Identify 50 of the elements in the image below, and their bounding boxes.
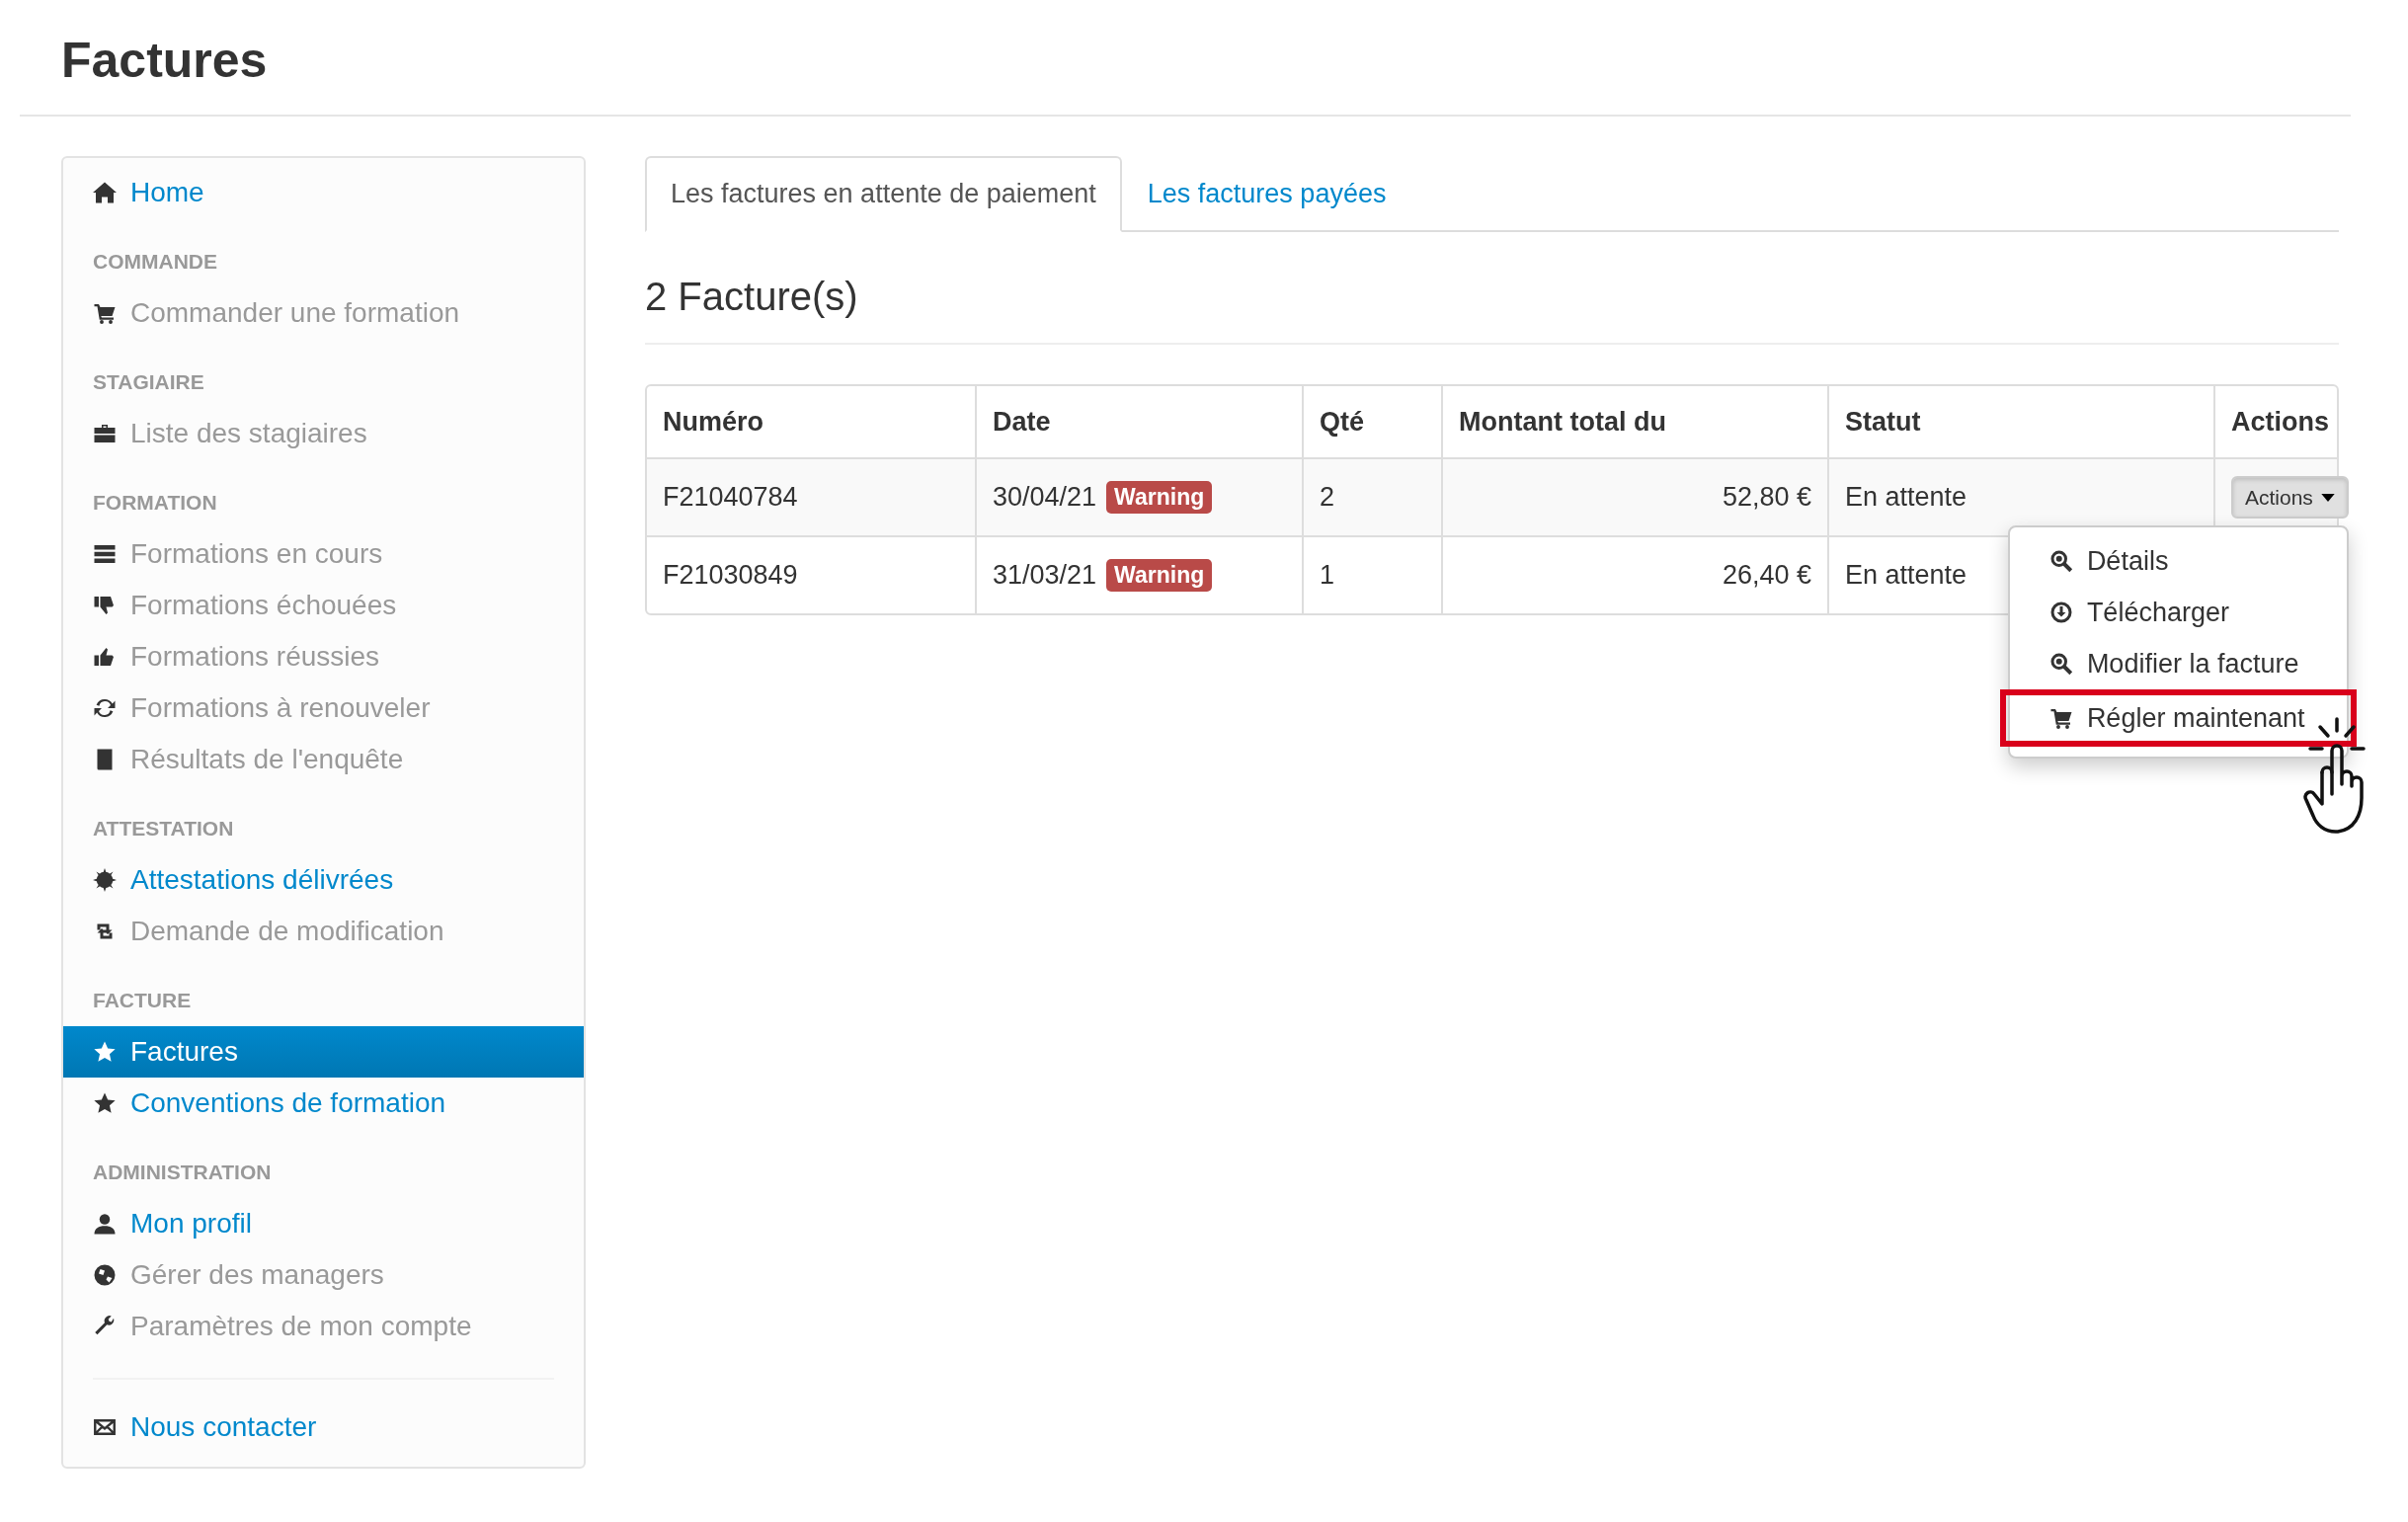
cart-icon [93, 301, 117, 325]
tab[interactable]: Les factures payées [1121, 156, 1412, 232]
globe-icon [93, 1263, 117, 1287]
table-cell: F21040784 [647, 457, 975, 535]
table-cell: 26,40 € [1441, 535, 1827, 613]
user-icon [93, 1212, 117, 1236]
sidebar-item[interactable]: Attestations délivrées [63, 854, 584, 906]
star-icon [93, 1040, 117, 1064]
date-text: 30/04/21 [993, 482, 1097, 513]
nav-section-heading: FORMATION [92, 490, 218, 516]
star-icon [93, 1091, 117, 1115]
nav-section-heading: STAGIAIRE [92, 369, 205, 395]
sidebar-item[interactable]: Factures [63, 1026, 584, 1078]
sidebar-item[interactable]: Home [63, 167, 584, 218]
warning-badge: Warning [1106, 481, 1213, 514]
section-heading: 2 Facture(s) [645, 232, 2339, 345]
table-cell: F21030849 [647, 535, 975, 613]
tab[interactable]: Les factures en attente de paiement [645, 156, 1122, 232]
cart-icon [2048, 706, 2073, 730]
home-icon [93, 181, 117, 204]
menu-item[interactable]: Régler maintenant [1999, 689, 2357, 747]
briefcase-icon [93, 422, 117, 445]
refresh-icon [93, 696, 117, 720]
sidebar-item[interactable]: Nous contacter [63, 1402, 584, 1453]
caret-icon [2320, 493, 2335, 502]
nav-section-heading: COMMANDE [92, 249, 218, 275]
table-cell: 1 [1302, 535, 1441, 613]
menu-item[interactable]: Télécharger [2009, 587, 2347, 638]
column-header: Numéro [662, 405, 764, 439]
nav-section-heading: ADMINISTRATION [92, 1160, 273, 1185]
warning-badge: Warning [1106, 559, 1213, 592]
magnifier-icon [2048, 549, 2073, 573]
magnifier-icon [2048, 652, 2073, 676]
table-cell: En attente [1827, 457, 2213, 535]
actions-button[interactable]: Actions [2231, 476, 2349, 519]
date-text: 31/03/21 [993, 560, 1097, 591]
menu-item[interactable]: Modifier la facture [2009, 638, 2347, 689]
nav-section-heading: ATTESTATION [92, 816, 235, 841]
badge-icon [93, 868, 117, 892]
thumbs-down-icon [93, 594, 117, 617]
table-cell: 52,80 € [1441, 457, 1827, 535]
thumbs-up-icon [93, 645, 117, 669]
nav-section-heading: FACTURE [92, 988, 193, 1013]
download-icon [2048, 601, 2073, 624]
table-cell: 2 [1302, 457, 1441, 535]
menu-item[interactable]: Détails [2009, 535, 2347, 587]
sidebar-item[interactable]: Conventions de formation [63, 1078, 584, 1129]
page-title: Factures [60, 32, 269, 90]
list-icon [93, 542, 117, 566]
sidebar-item[interactable]: Mon profil [63, 1198, 584, 1249]
